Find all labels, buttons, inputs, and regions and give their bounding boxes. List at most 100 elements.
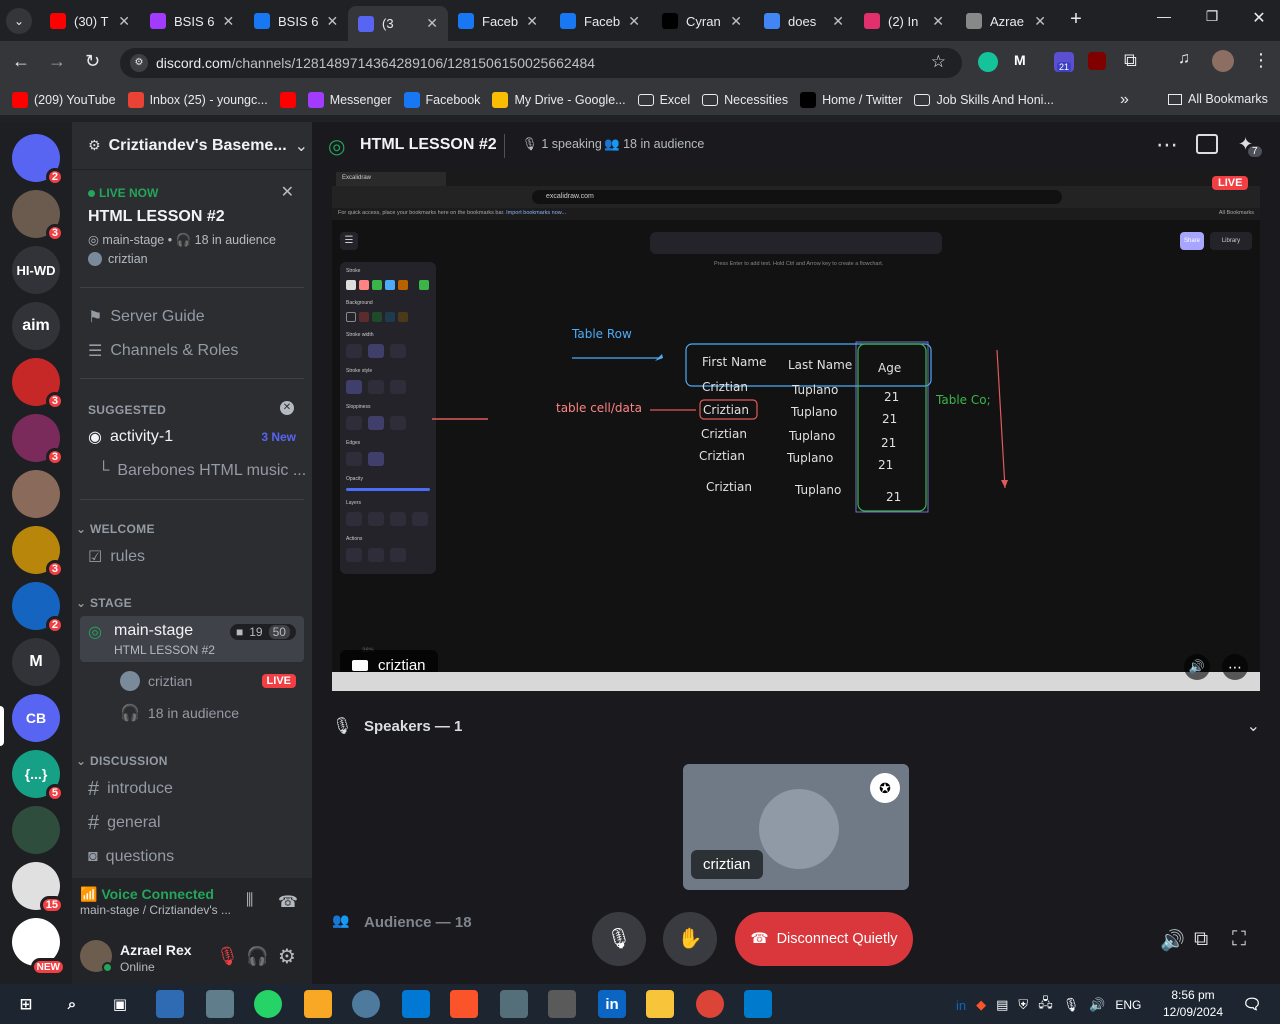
minimize-button[interactable]: — xyxy=(1152,8,1176,32)
linkedin-tray-icon[interactable]: in xyxy=(956,998,966,1013)
noise-suppression-icon[interactable]: ⫼ xyxy=(246,892,253,910)
bookmark-item[interactable]: Necessities xyxy=(702,93,788,107)
close-tab-icon[interactable]: ✕ xyxy=(730,13,742,30)
tray-icon[interactable]: ▤ xyxy=(996,997,1008,1013)
stage-audience-count[interactable]: 🎧 18 in audience xyxy=(112,697,304,729)
clock[interactable]: 8:56 pm 12/09/2024 xyxy=(1160,987,1226,1021)
request-speak-button[interactable]: 🎙 xyxy=(592,912,646,966)
browser-tab[interactable]: Azrae ✕ xyxy=(956,6,1056,36)
browser-tab[interactable]: Faceb ✕ xyxy=(448,6,548,36)
close-tab-icon[interactable]: ✕ xyxy=(426,15,438,32)
speaker-volume-icon[interactable]: 🔊 xyxy=(1160,928,1185,953)
linkedin-icon[interactable]: in xyxy=(598,990,626,1018)
bookmark-item[interactable] xyxy=(279,92,296,108)
server-icon-m[interactable]: M xyxy=(12,638,60,686)
server-icon[interactable]: 2 xyxy=(12,582,64,634)
server-icon[interactable] xyxy=(12,806,60,854)
chrome-icon[interactable] xyxy=(696,990,724,1018)
server-icon[interactable]: 3 xyxy=(12,526,64,578)
popout-icon[interactable]: ⧉ xyxy=(1194,928,1208,951)
bookmark-item[interactable]: Job Skills And Honi... xyxy=(914,93,1054,107)
bookmark-item[interactable]: (209) YouTube xyxy=(12,92,116,108)
bookmark-item[interactable]: My Drive - Google... xyxy=(492,92,626,108)
discord-home-icon[interactable]: 2 xyxy=(12,134,64,186)
server-icon[interactable]: 3 xyxy=(12,358,64,410)
server-guide-link[interactable]: ⚑ Server Guide xyxy=(80,301,304,333)
bookmark-item[interactable]: Inbox (25) - youngc... xyxy=(127,92,268,108)
windows-start-icon[interactable]: ⊞ xyxy=(12,990,40,1018)
browser-tab[interactable]: (3 ✕ xyxy=(348,6,448,41)
profile-avatar[interactable] xyxy=(1212,50,1234,72)
stream-more-button[interactable]: ⋯ xyxy=(1222,654,1248,680)
more-options-icon[interactable]: ⋯ xyxy=(1156,132,1178,158)
search-icon[interactable]: ⌕ xyxy=(58,990,86,1018)
close-tab-icon[interactable]: ✕ xyxy=(222,13,234,30)
server-icon[interactable] xyxy=(12,470,60,518)
server-icon-cb[interactable]: CB xyxy=(12,694,60,742)
close-tab-icon[interactable]: ✕ xyxy=(526,13,538,30)
notifications-icon[interactable]: 🗨 xyxy=(1238,990,1266,1018)
speaker-tile[interactable]: ✪ criztian xyxy=(683,764,909,890)
server-icon[interactable]: 3 xyxy=(12,190,64,242)
restore-button[interactable]: ❐ xyxy=(1200,8,1224,32)
thread-barebones[interactable]: └ Barebones HTML music ... xyxy=(90,455,306,487)
dismiss-live-button[interactable]: ✕ xyxy=(281,182,294,202)
live-now-card[interactable]: LIVE NOW ✕ HTML LESSON #2 ◎ main-stage •… xyxy=(80,180,304,276)
channel-questions[interactable]: ◙ questions xyxy=(80,841,304,873)
brave-tray-icon[interactable]: ◆ xyxy=(976,997,986,1013)
taskbar-app-icon[interactable] xyxy=(352,990,380,1018)
browser-tab[interactable]: does ✕ xyxy=(754,6,854,36)
close-tab-icon[interactable]: ✕ xyxy=(118,13,130,30)
server-icon-aim[interactable]: aim xyxy=(12,302,60,350)
raise-hand-button[interactable]: ✋ xyxy=(663,912,717,966)
voice-status[interactable]: 📶 Voice Connected main-stage / Criztiand… xyxy=(80,886,240,917)
server-icon[interactable]: 3 xyxy=(12,414,64,466)
channel-introduce[interactable]: # introduce xyxy=(80,773,304,805)
channel-activity-1[interactable]: ◉ activity-1 3 New xyxy=(80,421,304,453)
channel-main-stage[interactable]: ◎ main-stage HTML LESSON #2 ■ 19 50 xyxy=(80,616,304,662)
address-bar[interactable]: ⚙ discord.com/channels/12814897143642891… xyxy=(120,48,962,78)
fullscreen-icon[interactable]: ⛶ xyxy=(1232,928,1246,951)
grammarly-icon[interactable] xyxy=(978,52,998,72)
calculator-icon[interactable] xyxy=(548,990,576,1018)
bookmark-item[interactable]: Excel xyxy=(637,93,690,107)
microsoft-store-icon[interactable] xyxy=(402,990,430,1018)
dismiss-suggested-button[interactable]: ✕ xyxy=(280,401,294,415)
vscode-icon[interactable] xyxy=(744,990,772,1018)
stream-volume-button[interactable]: 🔊 xyxy=(1184,654,1210,680)
forward-button[interactable]: → xyxy=(48,51,66,72)
browser-tab[interactable]: BSIS 6 ✕ xyxy=(244,6,344,36)
site-info-icon[interactable]: ⚙ xyxy=(130,54,148,72)
taskbar-app-icon[interactable] xyxy=(304,990,332,1018)
ublock-icon[interactable] xyxy=(1088,52,1106,70)
server-icon[interactable]: 15 xyxy=(12,862,64,914)
browser-tab[interactable]: BSIS 6 ✕ xyxy=(140,6,240,36)
extension-m-icon[interactable]: M xyxy=(1014,52,1034,72)
browser-tab[interactable]: (30) T ✕ xyxy=(40,6,140,36)
whatsapp-icon[interactable] xyxy=(254,990,282,1018)
speakers-section-header[interactable]: 🎙 Speakers — 1 ⌄ xyxy=(332,716,1260,738)
menu-icon[interactable]: ⋮ xyxy=(1252,50,1270,71)
server-header[interactable]: ⚙ Criztiandev's Baseme... ⌄ xyxy=(72,122,312,170)
mute-mic-icon[interactable]: 🎙 xyxy=(216,946,239,967)
file-explorer-icon[interactable] xyxy=(646,990,674,1018)
stage-speaker-criztian[interactable]: criztian LIVE xyxy=(112,665,304,697)
bookmark-item[interactable]: Facebook xyxy=(403,92,480,108)
disconnect-quietly-button[interactable]: ☎ Disconnect Quietly xyxy=(735,912,913,966)
settings-gear-icon[interactable]: ⚙ xyxy=(278,944,296,969)
browser-tab[interactable]: (2) In ✕ xyxy=(854,6,954,36)
bookmark-item[interactable]: Messenger xyxy=(307,92,392,108)
taskbar-app-icon[interactable] xyxy=(156,990,184,1018)
server-icon-[interactable]: {...} 5 xyxy=(12,750,64,802)
taskbar-app-icon[interactable] xyxy=(500,990,528,1018)
all-bookmarks-button[interactable]: All Bookmarks xyxy=(1168,92,1268,106)
language-indicator[interactable]: ENG xyxy=(1115,998,1141,1012)
media-icon[interactable]: ♫ xyxy=(1178,50,1190,68)
back-button[interactable]: ← xyxy=(12,51,30,72)
close-tab-icon[interactable]: ✕ xyxy=(326,13,338,30)
volume-icon[interactable]: 🔊 xyxy=(1089,997,1105,1013)
close-window-button[interactable]: ✕ xyxy=(1247,8,1271,32)
server-icon-hiwd[interactable]: HI-WD xyxy=(12,246,60,294)
category-discussion[interactable]: ⌄ DISCUSSION xyxy=(76,754,168,768)
close-tab-icon[interactable]: ✕ xyxy=(1034,13,1046,30)
